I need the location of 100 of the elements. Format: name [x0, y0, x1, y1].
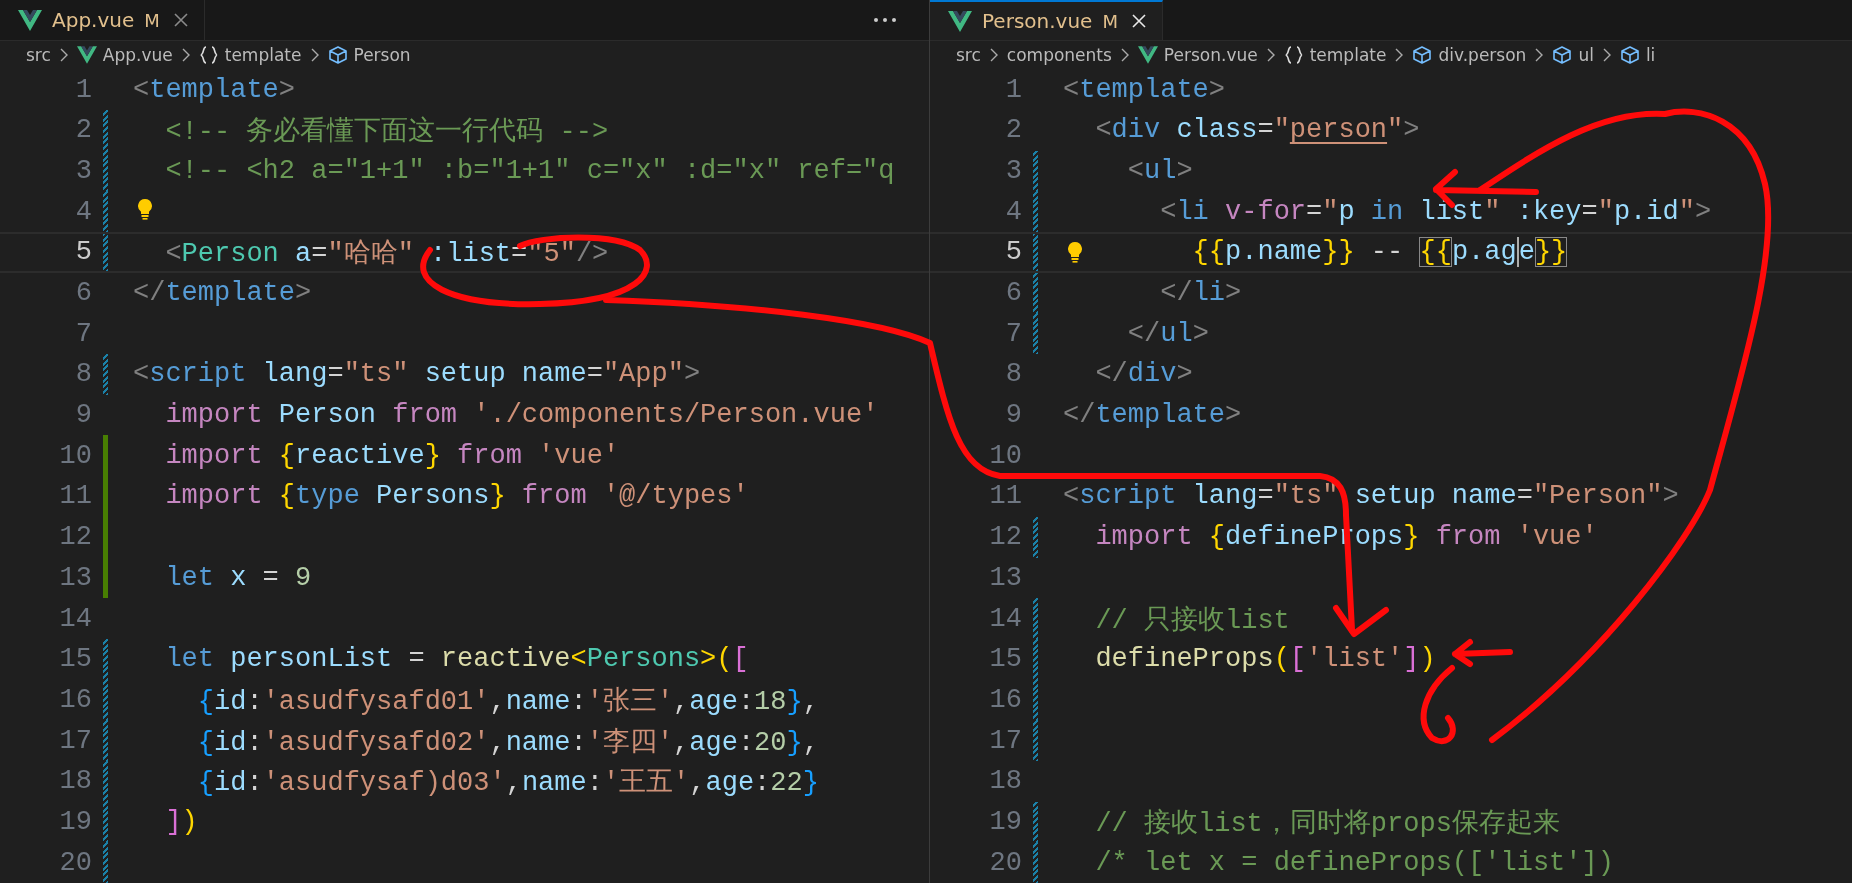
line-number: 3 [74, 155, 92, 186]
line-number: 6 [1004, 278, 1022, 309]
breadcrumb-item[interactable]: src [956, 45, 981, 66]
line-number: 7 [1004, 318, 1022, 349]
braces-icon [198, 45, 219, 66]
code-line: let x = 9 [164, 562, 312, 593]
line-number: 13 [58, 562, 92, 593]
line-number: 1 [1004, 74, 1022, 105]
braces-icon [1283, 45, 1304, 66]
breadcrumb-item[interactable]: src [26, 45, 51, 66]
breadcrumb-item[interactable]: li [1645, 45, 1656, 66]
code-line: </div> [1094, 359, 1193, 390]
breadcrumb-item[interactable]: Person.vue [1163, 45, 1258, 66]
code-line: </li> [1159, 278, 1242, 309]
code-line: <script lang="ts" setup name="App"> [133, 359, 701, 390]
line-number: 16 [988, 684, 1022, 715]
code-line: {id:'asudfysafd01',name:'张三',age:18}, [196, 685, 819, 718]
code-line: <li v-for="p in list" :key="p.id"> [1159, 196, 1712, 227]
line-number: 18 [58, 766, 92, 797]
code-line: </template> [133, 278, 312, 309]
line-number: 5 [74, 237, 92, 268]
chevron-icon [1395, 48, 1404, 63]
code-line: </ul> [1126, 318, 1209, 349]
line-number: 10 [58, 440, 92, 471]
code-line: /* let x = defineProps(['list']) [1094, 847, 1614, 878]
line-number: 15 [58, 644, 92, 675]
breadcrumb-item[interactable]: ul [1578, 45, 1594, 66]
line-number: 9 [1004, 400, 1022, 431]
code-line: {id:'asudfysafd02',name:'李四',age:20}, [196, 726, 819, 759]
chevron-icon [1120, 48, 1129, 63]
more-icon[interactable] [873, 17, 897, 24]
code-line: ]) [164, 806, 198, 837]
line-number: 11 [58, 481, 92, 512]
code-line: <template> [133, 74, 296, 105]
code-line: // 只接收list [1094, 604, 1290, 637]
line-number: 10 [988, 440, 1022, 471]
line-number: 5 [1004, 237, 1022, 268]
chevron-icon [310, 48, 319, 63]
code-line: // 接收list，同时将props保存起来 [1094, 807, 1560, 840]
line-number: 8 [74, 359, 92, 390]
breadcrumb-item[interactable]: components [1006, 45, 1112, 66]
line-number: 15 [988, 644, 1022, 675]
line-number: 19 [58, 806, 92, 837]
chevron-icon [181, 48, 190, 63]
cube-icon [1619, 45, 1640, 66]
breadcrumb-item[interactable]: div.person [1438, 45, 1527, 66]
line-number: 7 [74, 318, 92, 349]
line-number: 17 [58, 725, 92, 756]
chevron-icon [989, 48, 998, 63]
editor-tab[interactable]: Person.vue M [930, 0, 1163, 41]
code-line: <!-- <h2 a="1+1" :b="1+1" c="x" :d="x" ref="q [164, 155, 895, 186]
line-number: 13 [988, 562, 1022, 593]
line-number: 17 [988, 725, 1022, 756]
line-number: 9 [74, 400, 92, 431]
line-number: 16 [58, 684, 92, 715]
code-line: {id:'asudfysaf)d03',name:'王五',age:22} [196, 767, 819, 800]
line-number: 14 [58, 603, 92, 634]
line-number: 19 [988, 806, 1022, 837]
line-number: 20 [58, 847, 92, 878]
line-number: 4 [74, 196, 92, 227]
vue-icon [18, 9, 42, 31]
line-number: 18 [988, 766, 1022, 797]
breadcrumb-item[interactable]: template [224, 45, 302, 66]
vue-icon [948, 10, 972, 32]
chevron-icon [59, 48, 68, 63]
cube-icon [327, 45, 348, 66]
code-line: import {type Persons} from '@/types' [164, 481, 749, 512]
lightbulb-icon[interactable] [1067, 241, 1083, 263]
code-line: <template> [1063, 74, 1226, 105]
chevron-icon [1602, 48, 1611, 63]
line-number: 8 [1004, 359, 1022, 390]
line-number: 2 [1004, 115, 1022, 146]
line-number: 20 [988, 847, 1022, 878]
vue-icon [1137, 45, 1158, 66]
line-number: 12 [58, 522, 92, 553]
lightbulb-icon[interactable] [137, 198, 153, 221]
code-line: let personList = reactive<Persons>([ [164, 644, 749, 675]
line-number: 14 [988, 603, 1022, 634]
line-number: 3 [1004, 155, 1022, 186]
code-line: <script lang="ts" setup name="Person"> [1063, 481, 1679, 512]
code-line: defineProps(['list']) [1094, 644, 1436, 675]
code-line: {{p.name}} -- {{p.age}} [1191, 237, 1568, 268]
breadcrumb-item[interactable]: template [1309, 45, 1387, 66]
code-line: <div class="person"> [1094, 115, 1420, 146]
code-line: </template> [1063, 400, 1242, 431]
line-number: 1 [74, 74, 92, 105]
vue-icon [76, 45, 97, 66]
line-number: 6 [74, 278, 92, 309]
breadcrumb-item[interactable]: Person [353, 45, 411, 66]
breadcrumb-item[interactable]: App.vue [102, 45, 173, 66]
code-line: import Person from './components/Person.vue' [164, 400, 879, 431]
line-number: 2 [74, 115, 92, 146]
cube-icon [1552, 45, 1573, 66]
line-number: 11 [988, 481, 1022, 512]
chevron-icon [1535, 48, 1544, 63]
code-line: <!-- 务必看懂下面这一行代码 --> [164, 115, 609, 149]
cube-icon [1412, 45, 1433, 66]
code-line: <ul> [1126, 155, 1193, 186]
chevron-icon [1266, 48, 1275, 63]
code-line: import {reactive} from 'vue' [164, 440, 620, 471]
